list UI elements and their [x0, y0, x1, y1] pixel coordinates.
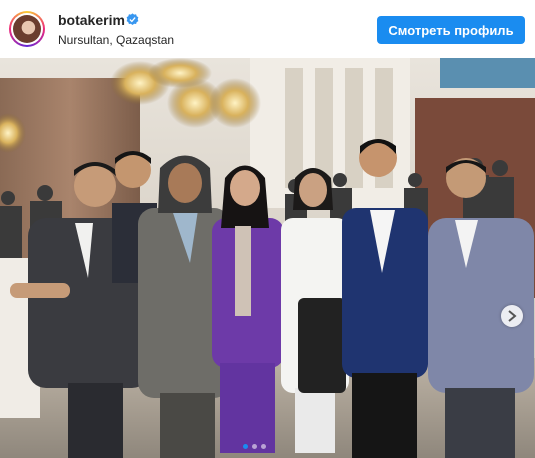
post-photo[interactable] [0, 58, 535, 458]
profile-avatar[interactable] [9, 11, 45, 47]
view-profile-button[interactable]: Смотреть профиль [377, 16, 525, 44]
carousel-dot [243, 444, 248, 449]
group-photo-image [0, 58, 535, 458]
avatar-image [11, 13, 43, 45]
verified-badge-icon [126, 13, 139, 26]
instagram-post: botakerim Nursultan, Qazaqstan Смотреть … [0, 0, 535, 458]
carousel-dot [252, 444, 257, 449]
username[interactable]: botakerim [58, 12, 125, 28]
carousel-dot [261, 444, 266, 449]
post-location[interactable]: Nursultan, Qazaqstan [58, 33, 174, 47]
carousel-next-button[interactable] [501, 305, 523, 327]
chevron-right-icon [508, 310, 517, 322]
post-header: botakerim Nursultan, Qazaqstan Смотреть … [0, 0, 535, 58]
